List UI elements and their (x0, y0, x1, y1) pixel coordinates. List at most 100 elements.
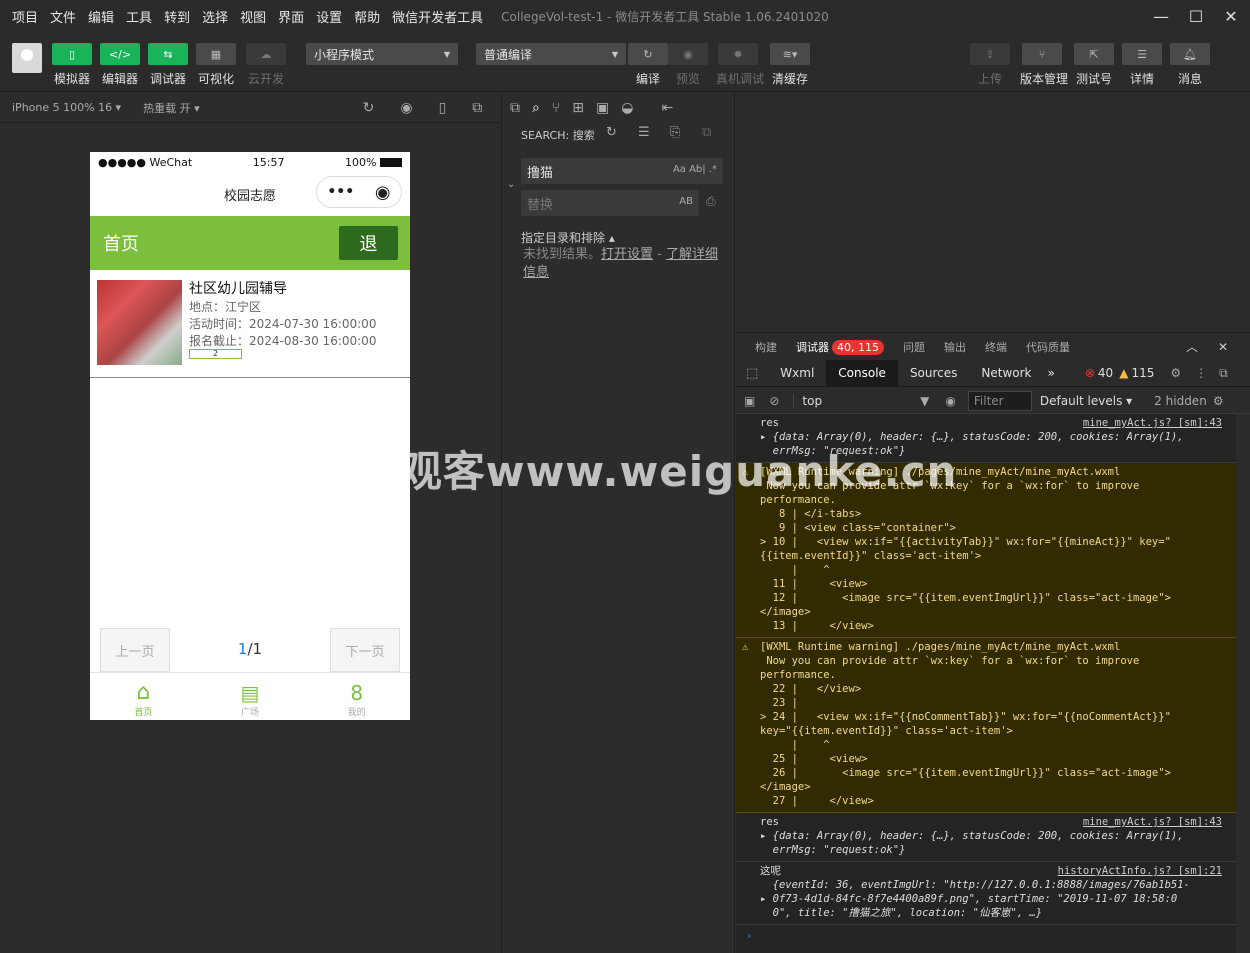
next-page-button[interactable]: 下一页 (330, 628, 400, 672)
upload-button[interactable]: ⇪ (970, 43, 1010, 65)
eye-icon[interactable]: ◉ (945, 394, 955, 408)
source-control-icon[interactable]: ⑂ (552, 100, 560, 116)
search-input[interactable]: 撸猫 Aa Ab| .* (521, 158, 723, 184)
test-account-button[interactable]: ⇱ (1074, 43, 1114, 65)
more-icon[interactable]: ••• (327, 184, 354, 200)
console-warning[interactable]: ⚠ [WXML Runtime warning] ./pages/mine_myA… (736, 638, 1236, 813)
avatar[interactable] (12, 43, 42, 73)
console-scrollbar[interactable] (1237, 414, 1250, 953)
popout-icon[interactable]: ⧉ (472, 100, 482, 116)
panel-sources[interactable]: Sources (898, 360, 969, 387)
source-link[interactable]: mine_myAct.js? [sm]:43 (1083, 416, 1222, 430)
tab-build[interactable]: 构建 (755, 339, 777, 355)
collapse-all-icon[interactable]: ⧉ (702, 125, 711, 140)
menu-item-4[interactable]: 转到 (164, 7, 190, 26)
clear-console-icon[interactable]: ⊘ (769, 394, 779, 408)
editor-button[interactable]: </> (100, 43, 140, 65)
levels-select[interactable]: Default levels ▾ (1040, 394, 1132, 408)
panel-console[interactable]: Console (826, 359, 898, 387)
new-search-icon[interactable]: ⎘ (670, 125, 680, 140)
menu-item-9[interactable]: 帮助 (354, 7, 380, 26)
extensions-icon[interactable]: ⊞ (572, 100, 584, 116)
panel-network[interactable]: Network (969, 360, 1043, 387)
cloud-button[interactable]: ☁ (246, 43, 286, 65)
menu-item-6[interactable]: 视图 (240, 7, 266, 26)
kebab-icon[interactable]: ⋮ (1195, 366, 1207, 380)
include-exclude-toggle[interactable]: 指定目录和排除 ▴ (521, 229, 615, 246)
replace-all-icon[interactable]: ⎙ (706, 194, 716, 209)
console-log[interactable]: historyActInfo.js? [sm]:21 这呢 {eventId: 3… (736, 862, 1236, 925)
chevron-down-icon[interactable]: ⌄ (507, 179, 515, 190)
compile-button[interactable]: ↻ (628, 43, 668, 65)
menu-item-7[interactable]: 界面 (278, 7, 304, 26)
refresh-icon[interactable]: ↻ (363, 100, 375, 116)
files-icon[interactable]: ⧉ (510, 100, 520, 116)
dock-icon[interactable]: ⧉ (1219, 366, 1228, 381)
stop-icon[interactable]: ◉ (400, 100, 412, 116)
device-select[interactable]: iPhone 5 100% 16 ▾ (12, 101, 121, 114)
console-log[interactable]: mine_myAct.js? [sm]:43 res ▸ {data: Array(… (736, 813, 1236, 862)
menu-item-10[interactable]: 微信开发者工具 (392, 7, 483, 26)
menu-item-5[interactable]: 选择 (202, 7, 228, 26)
search-options[interactable]: Aa Ab| .* (673, 164, 717, 175)
chevron-up-icon[interactable]: ︿ (1186, 338, 1198, 355)
menu-item-8[interactable]: 设置 (316, 7, 342, 26)
clear-results-icon[interactable]: ☰ (638, 125, 650, 140)
close-icon[interactable]: ✕ (1214, 0, 1248, 32)
error-count[interactable]: 40 (1098, 366, 1113, 380)
activity-card[interactable]: 社区幼儿园辅导 地点：江宁区 活动时间：2024-07-30 16:00:00 … (90, 270, 410, 378)
tab-square[interactable]: ▤ 广场 (197, 673, 304, 720)
tab-issues[interactable]: 问题 (903, 339, 925, 355)
docker-icon[interactable]: ◒ (621, 100, 633, 116)
filter-input[interactable]: Filter (967, 390, 1032, 411)
tab-debugger[interactable]: 调试器 40, 115 (796, 339, 884, 355)
prev-page-button[interactable]: 上一页 (100, 628, 170, 672)
mode-select[interactable]: 小程序模式 ▼ (306, 43, 458, 65)
sidebar-toggle-icon[interactable]: ▣ (744, 394, 755, 408)
replace-input[interactable]: 替换 AB (521, 190, 699, 216)
tab-mine[interactable]: 8 我的 (303, 673, 410, 720)
compile-mode-select[interactable]: 普通编译 ▼ (476, 43, 626, 65)
split-icon[interactable]: ⇤ (661, 100, 673, 116)
detail-button[interactable]: ☰ (1122, 43, 1162, 65)
warning-count[interactable]: 115 (1131, 366, 1154, 380)
inspect-icon[interactable]: ⬚ (746, 366, 758, 381)
replace-option[interactable]: AB (679, 196, 693, 207)
capsule-menu[interactable]: ••• ◉ (316, 176, 402, 208)
maximize-icon[interactable]: ☐ (1179, 0, 1213, 32)
menu-item-3[interactable]: 工具 (126, 7, 152, 26)
tab-output[interactable]: 输出 (944, 339, 966, 355)
tab-code-quality[interactable]: 代码质量 (1026, 339, 1070, 355)
refresh-search-icon[interactable]: ↻ (606, 125, 617, 140)
message-button[interactable]: 🔔︎ (1170, 43, 1210, 65)
clear-cache-button[interactable]: ≋▾ (770, 43, 810, 65)
minimize-icon[interactable]: — (1144, 0, 1178, 32)
menu-item-2[interactable]: 编辑 (88, 7, 114, 26)
debugger-button[interactable]: ⇆ (148, 43, 188, 65)
gear-icon[interactable]: ⚙ (1213, 394, 1224, 408)
exit-button[interactable]: 退 (339, 226, 398, 260)
tab-terminal[interactable]: 终端 (985, 339, 1007, 355)
visual-button[interactable]: ▦ (196, 43, 236, 65)
gear-icon[interactable]: ⚙ (1170, 366, 1181, 380)
menu-item-0[interactable]: 项目 (12, 7, 38, 26)
console-prompt[interactable]: › (736, 925, 1236, 947)
preview-button[interactable]: ◉ (668, 43, 708, 65)
hotreload-toggle[interactable]: 热重载 开 ▾ (143, 100, 200, 116)
menu-item-1[interactable]: 文件 (50, 7, 76, 26)
search-icon[interactable]: ⌕ (532, 100, 540, 116)
phone-icon[interactable]: ▯ (439, 100, 447, 116)
more-panels[interactable]: » (1044, 360, 1059, 387)
source-link[interactable]: mine_myAct.js? [sm]:43 (1083, 815, 1222, 829)
version-button[interactable]: ⑂ (1022, 43, 1062, 65)
close-mini-icon[interactable]: ◉ (375, 182, 391, 203)
source-link[interactable]: historyActInfo.js? [sm]:21 (1058, 864, 1222, 878)
layout-icon[interactable]: ▣ (596, 100, 609, 116)
close-panel-icon[interactable]: ✕ (1218, 340, 1228, 354)
context-select[interactable]: top ▼ (793, 393, 933, 408)
real-debug-button[interactable]: ✹ (718, 43, 758, 65)
simulator-button[interactable]: ▯ (52, 43, 92, 65)
open-settings-link[interactable]: 打开设置 (601, 247, 653, 262)
panel-wxml[interactable]: Wxml (768, 360, 826, 387)
tab-home[interactable]: ⌂ 首页 (90, 673, 197, 720)
